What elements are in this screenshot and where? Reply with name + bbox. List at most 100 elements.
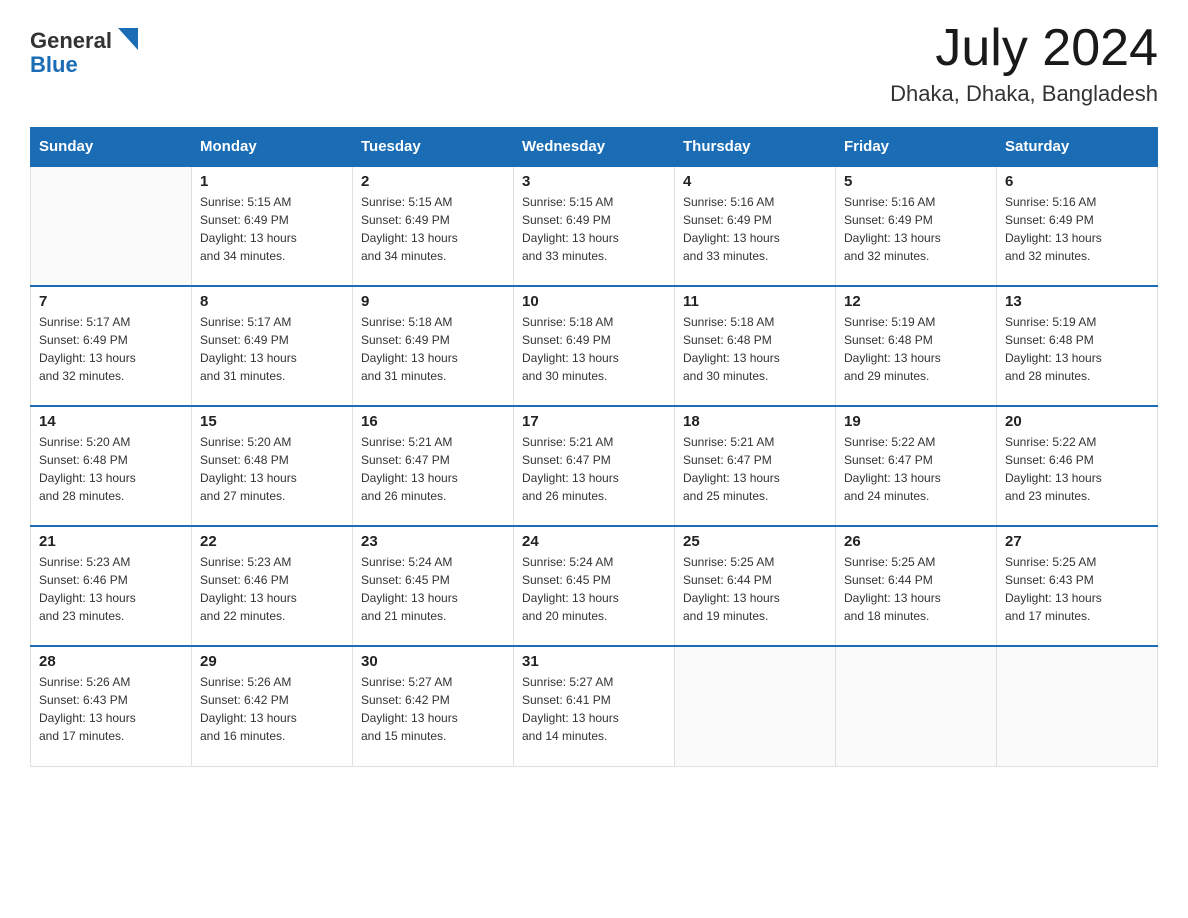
calendar-cell: 26Sunrise: 5:25 AMSunset: 6:44 PMDayligh… xyxy=(836,526,997,646)
day-number: 5 xyxy=(844,173,988,190)
day-info: Sunrise: 5:17 AMSunset: 6:49 PMDaylight:… xyxy=(200,313,344,385)
calendar-week-4: 21 Sunrise: 5:23 AMSunset: 6:46 PMDayligh… xyxy=(31,526,1158,646)
calendar-cell: 1Sunrise: 5:15 AMSunset: 6:49 PMDaylight… xyxy=(192,166,353,286)
logo: General Blue xyxy=(30,20,150,85)
calendar-cell xyxy=(836,646,997,766)
day-info: Sunrise: 5:26 AMSunset: 6:42 PMDaylight:… xyxy=(200,673,344,745)
calendar-cell: 8 Sunrise: 5:17 AMSunset: 6:49 PMDaylight… xyxy=(192,286,353,406)
day-number: 23 xyxy=(361,533,505,550)
day-info: Sunrise: 5:18 AMSunset: 6:48 PMDaylight:… xyxy=(683,313,827,385)
day-info: Sunrise: 5:21 AMSunset: 6:47 PMDaylight:… xyxy=(522,433,666,505)
day-info: Sunrise: 5:16 AMSunset: 6:49 PMDaylight:… xyxy=(683,193,827,265)
day-number: 10 xyxy=(522,293,666,310)
day-number: 12 xyxy=(844,293,988,310)
day-number: 13 xyxy=(1005,293,1149,310)
day-info: Sunrise: 5:19 AMSunset: 6:48 PMDaylight:… xyxy=(844,313,988,385)
day-number: 18 xyxy=(683,413,827,430)
calendar-cell: 20 Sunrise: 5:22 AMSunset: 6:46 PMDayligh… xyxy=(997,406,1158,526)
day-info: Sunrise: 5:22 AMSunset: 6:47 PMDaylight:… xyxy=(844,433,988,505)
calendar-cell xyxy=(997,646,1158,766)
calendar-header: SundayMondayTuesdayWednesdayThursdayFrid… xyxy=(31,128,1158,167)
day-info: Sunrise: 5:15 AMSunset: 6:49 PMDaylight:… xyxy=(522,193,666,265)
day-number: 24 xyxy=(522,533,666,550)
calendar-cell: 11 Sunrise: 5:18 AMSunset: 6:48 PMDayligh… xyxy=(675,286,836,406)
calendar-cell: 28Sunrise: 5:26 AMSunset: 6:43 PMDayligh… xyxy=(31,646,192,766)
month-title: July 2024 xyxy=(890,20,1158,77)
calendar-cell: 6 Sunrise: 5:16 AMSunset: 6:49 PMDaylight… xyxy=(997,166,1158,286)
calendar-week-3: 14Sunrise: 5:20 AMSunset: 6:48 PMDayligh… xyxy=(31,406,1158,526)
calendar-week-1: 1Sunrise: 5:15 AMSunset: 6:49 PMDaylight… xyxy=(31,166,1158,286)
calendar-cell: 27Sunrise: 5:25 AMSunset: 6:43 PMDayligh… xyxy=(997,526,1158,646)
day-number: 16 xyxy=(361,413,505,430)
col-header-thursday: Thursday xyxy=(675,128,836,167)
day-number: 31 xyxy=(522,653,666,670)
col-header-monday: Monday xyxy=(192,128,353,167)
calendar-cell: 13 Sunrise: 5:19 AMSunset: 6:48 PMDayligh… xyxy=(997,286,1158,406)
calendar-cell: 30 Sunrise: 5:27 AMSunset: 6:42 PMDayligh… xyxy=(353,646,514,766)
calendar-cell: 2Sunrise: 5:15 AMSunset: 6:49 PMDaylight… xyxy=(353,166,514,286)
day-info: Sunrise: 5:15 AMSunset: 6:49 PMDaylight:… xyxy=(361,193,505,265)
day-number: 29 xyxy=(200,653,344,670)
day-info: Sunrise: 5:22 AMSunset: 6:46 PMDaylight:… xyxy=(1005,433,1149,505)
calendar-cell: 15 Sunrise: 5:20 AMSunset: 6:48 PMDayligh… xyxy=(192,406,353,526)
day-info: Sunrise: 5:16 AMSunset: 6:49 PMDaylight:… xyxy=(844,193,988,265)
logo-icon: General Blue xyxy=(30,20,150,80)
day-info: Sunrise: 5:25 AMSunset: 6:44 PMDaylight:… xyxy=(844,553,988,625)
day-number: 20 xyxy=(1005,413,1149,430)
day-info: Sunrise: 5:20 AMSunset: 6:48 PMDaylight:… xyxy=(39,433,183,505)
col-header-wednesday: Wednesday xyxy=(514,128,675,167)
day-info: Sunrise: 5:19 AMSunset: 6:48 PMDaylight:… xyxy=(1005,313,1149,385)
day-number: 17 xyxy=(522,413,666,430)
day-number: 30 xyxy=(361,653,505,670)
day-info: Sunrise: 5:24 AMSunset: 6:45 PMDaylight:… xyxy=(522,553,666,625)
svg-text:Blue: Blue xyxy=(30,52,78,77)
day-info: Sunrise: 5:23 AMSunset: 6:46 PMDaylight:… xyxy=(200,553,344,625)
day-number: 8 xyxy=(200,293,344,310)
calendar-cell: 17 Sunrise: 5:21 AMSunset: 6:47 PMDayligh… xyxy=(514,406,675,526)
calendar-cell: 31Sunrise: 5:27 AMSunset: 6:41 PMDayligh… xyxy=(514,646,675,766)
day-info: Sunrise: 5:27 AMSunset: 6:42 PMDaylight:… xyxy=(361,673,505,745)
calendar-week-5: 28Sunrise: 5:26 AMSunset: 6:43 PMDayligh… xyxy=(31,646,1158,766)
calendar-cell: 12 Sunrise: 5:19 AMSunset: 6:48 PMDayligh… xyxy=(836,286,997,406)
day-number: 11 xyxy=(683,293,827,310)
day-info: Sunrise: 5:25 AMSunset: 6:43 PMDaylight:… xyxy=(1005,553,1149,625)
calendar-cell xyxy=(31,166,192,286)
day-info: Sunrise: 5:15 AMSunset: 6:49 PMDaylight:… xyxy=(200,193,344,265)
calendar-cell: 23Sunrise: 5:24 AMSunset: 6:45 PMDayligh… xyxy=(353,526,514,646)
day-info: Sunrise: 5:23 AMSunset: 6:46 PMDaylight:… xyxy=(39,553,183,625)
calendar-cell: 9 Sunrise: 5:18 AMSunset: 6:49 PMDaylight… xyxy=(353,286,514,406)
day-number: 9 xyxy=(361,293,505,310)
calendar-cell: 21 Sunrise: 5:23 AMSunset: 6:46 PMDayligh… xyxy=(31,526,192,646)
calendar-week-2: 7 Sunrise: 5:17 AMSunset: 6:49 PMDaylight… xyxy=(31,286,1158,406)
calendar-cell: 22Sunrise: 5:23 AMSunset: 6:46 PMDayligh… xyxy=(192,526,353,646)
day-number: 19 xyxy=(844,413,988,430)
day-number: 4 xyxy=(683,173,827,190)
svg-text:General: General xyxy=(30,28,112,53)
calendar-cell: 19 Sunrise: 5:22 AMSunset: 6:47 PMDayligh… xyxy=(836,406,997,526)
col-header-saturday: Saturday xyxy=(997,128,1158,167)
calendar-cell xyxy=(675,646,836,766)
day-info: Sunrise: 5:16 AMSunset: 6:49 PMDaylight:… xyxy=(1005,193,1149,265)
col-header-tuesday: Tuesday xyxy=(353,128,514,167)
calendar-cell: 16 Sunrise: 5:21 AMSunset: 6:47 PMDayligh… xyxy=(353,406,514,526)
calendar-cell: 7Sunrise: 5:17 AMSunset: 6:49 PMDaylight… xyxy=(31,286,192,406)
day-number: 21 xyxy=(39,533,183,550)
day-info: Sunrise: 5:18 AMSunset: 6:49 PMDaylight:… xyxy=(522,313,666,385)
day-info: Sunrise: 5:26 AMSunset: 6:43 PMDaylight:… xyxy=(39,673,183,745)
day-info: Sunrise: 5:20 AMSunset: 6:48 PMDaylight:… xyxy=(200,433,344,505)
calendar-cell: 4 Sunrise: 5:16 AMSunset: 6:49 PMDaylight… xyxy=(675,166,836,286)
calendar-cell: 24 Sunrise: 5:24 AMSunset: 6:45 PMDayligh… xyxy=(514,526,675,646)
day-number: 15 xyxy=(200,413,344,430)
calendar-cell: 29 Sunrise: 5:26 AMSunset: 6:42 PMDayligh… xyxy=(192,646,353,766)
calendar-cell: 25Sunrise: 5:25 AMSunset: 6:44 PMDayligh… xyxy=(675,526,836,646)
location-title: Dhaka, Dhaka, Bangladesh xyxy=(890,81,1158,107)
calendar-cell: 10 Sunrise: 5:18 AMSunset: 6:49 PMDayligh… xyxy=(514,286,675,406)
page-header: General Blue July 2024 Dhaka, Dhaka, Ban… xyxy=(30,20,1158,107)
day-info: Sunrise: 5:21 AMSunset: 6:47 PMDaylight:… xyxy=(361,433,505,505)
day-number: 6 xyxy=(1005,173,1149,190)
day-info: Sunrise: 5:21 AMSunset: 6:47 PMDaylight:… xyxy=(683,433,827,505)
day-number: 7 xyxy=(39,293,183,310)
day-info: Sunrise: 5:18 AMSunset: 6:49 PMDaylight:… xyxy=(361,313,505,385)
title-block: July 2024 Dhaka, Dhaka, Bangladesh xyxy=(890,20,1158,107)
calendar-cell: 18 Sunrise: 5:21 AMSunset: 6:47 PMDayligh… xyxy=(675,406,836,526)
